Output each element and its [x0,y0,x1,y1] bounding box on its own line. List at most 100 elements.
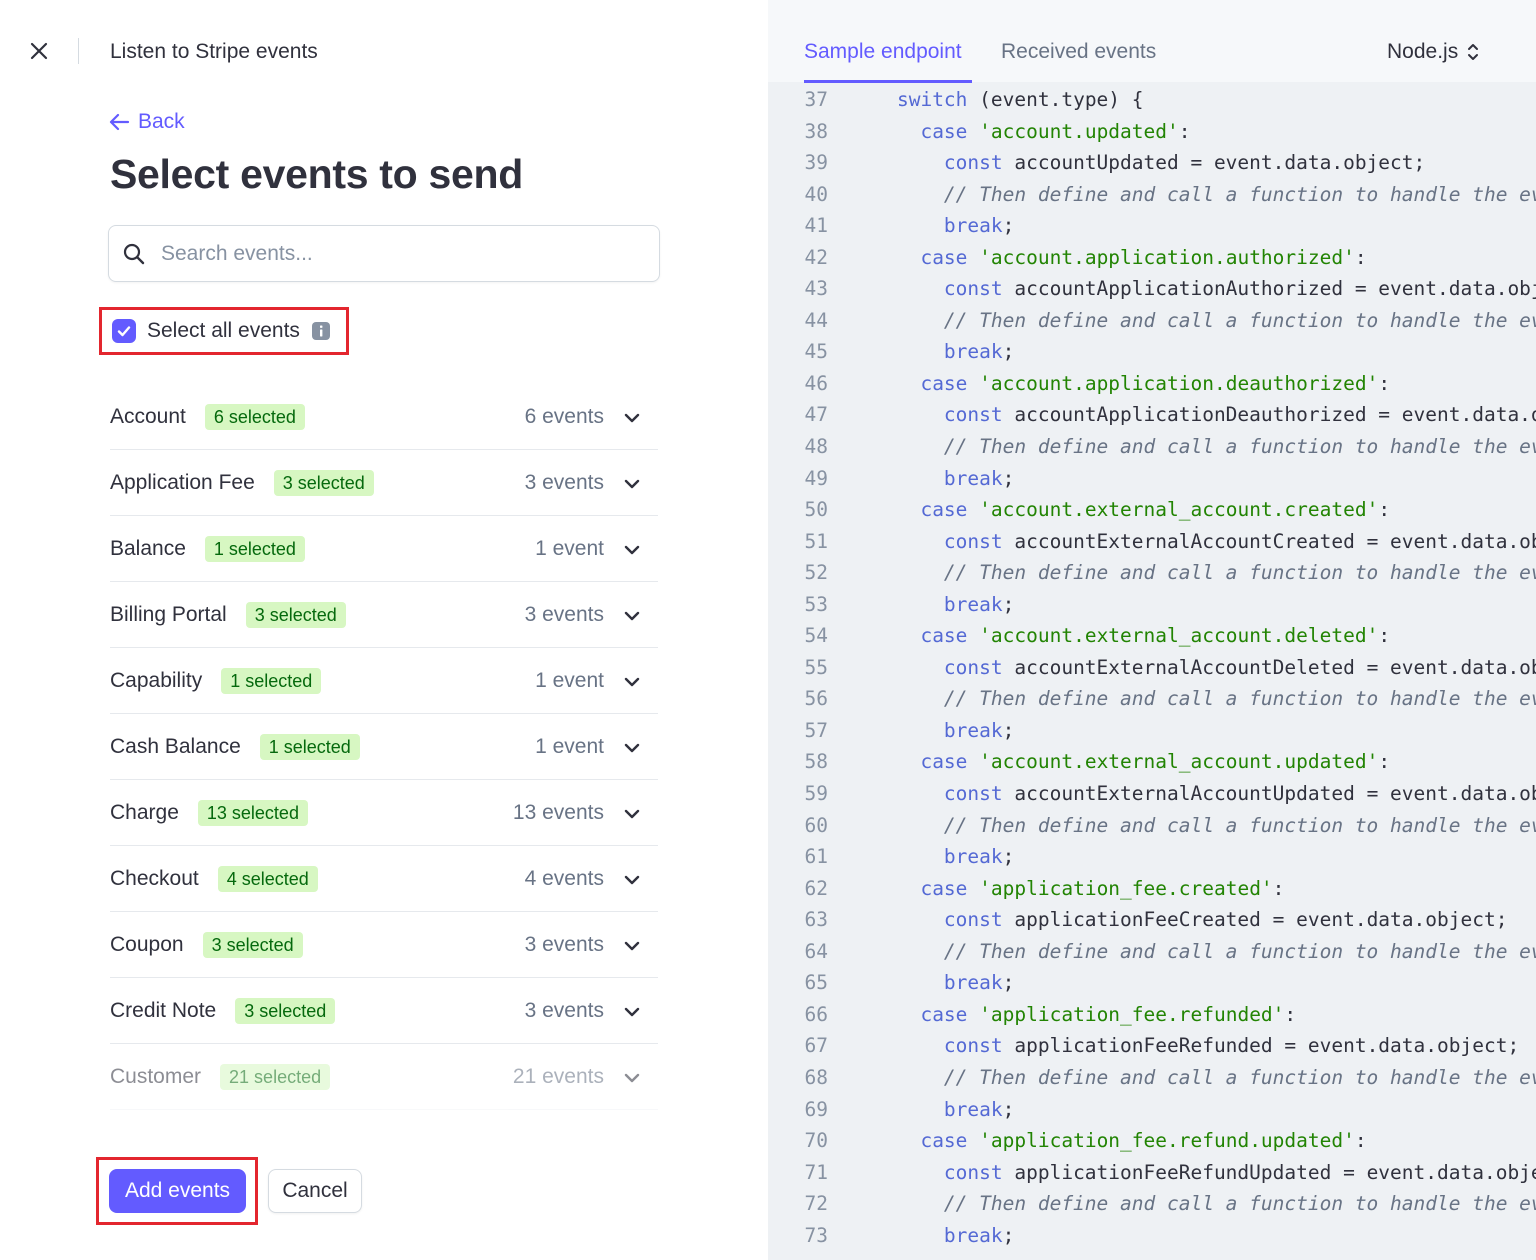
code-token: break [943,466,1003,490]
code-line: 59 const accountExternalAccountUpdated =… [768,778,1536,810]
search-input[interactable] [161,241,641,266]
code-text: case 'account.external_account.updated': [850,746,1390,778]
event-group-row[interactable]: Checkout 4 selected 4 events [110,846,658,912]
chevron-down-icon[interactable] [622,474,642,494]
chevron-down-icon[interactable] [622,540,642,560]
back-link[interactable]: Back [108,108,185,136]
code-line: 50 case 'account.external_account.create… [768,494,1536,526]
chevron-down-icon[interactable] [622,804,642,824]
close-button[interactable] [26,38,52,64]
code-text: break; [850,1220,1014,1252]
chevron-down-icon[interactable] [622,1068,642,1088]
line-number: 73 [804,1223,828,1247]
code-token: // Then define and call a function to ha… [943,939,1536,963]
code-token: : [1178,119,1191,143]
code-line: 60 // Then define and call a function to… [768,810,1536,842]
event-group-row[interactable]: Account 6 selected 6 events [110,384,658,450]
chevron-down-icon[interactable] [622,1002,642,1022]
code-line: 39 const accountUpdated = event.data.obj… [768,147,1536,179]
code-token: 'account.updated' [979,119,1179,143]
code-text: // Then define and call a function to ha… [850,179,1536,211]
code-token: case [920,750,968,774]
select-all-checkbox[interactable] [112,319,136,343]
code-token: break [943,592,1003,616]
event-group-row[interactable]: Application Fee 3 selected 3 events [110,450,658,516]
add-events-button[interactable]: Add events [109,1169,246,1213]
code-line: 62 case 'application_fee.created': [768,873,1536,905]
code-line: 64 // Then define and call a function to… [768,936,1536,968]
event-group-name: Coupon [110,932,184,956]
code-line: 43 const accountApplicationAuthorized = … [768,273,1536,305]
event-group-row[interactable]: Balance 1 selected 1 event [110,516,658,582]
code-token: ; [1002,214,1015,238]
chevron-down-icon[interactable] [622,870,642,890]
line-number: 59 [804,782,828,806]
code-token: ; [1002,845,1015,869]
event-group-name: Charge [110,800,179,824]
code-token: ; [1002,971,1015,995]
line-number: 69 [804,1097,828,1121]
code-token: 'account.application.deauthorized' [979,371,1379,395]
active-tab-indicator [804,80,972,83]
event-group-name: Billing Portal [110,602,227,626]
code-token: break [943,340,1003,364]
chevron-down-icon[interactable] [622,606,642,626]
code-text: switch (event.type) { [850,84,1144,116]
code-line: 51 const accountExternalAccountCreated =… [768,526,1536,558]
event-group-row[interactable]: Customer 21 selected 21 events [110,1044,658,1110]
tab-received-events[interactable]: Received events [1001,38,1156,66]
chevron-down-icon[interactable] [622,672,642,692]
event-count: 21 events [512,1064,604,1088]
code-token: case [920,245,968,269]
event-group-row[interactable]: Capability 1 selected 1 event [110,648,658,714]
code-token: : [1284,1002,1297,1026]
line-number: 48 [804,435,828,459]
line-number: 42 [804,245,828,269]
event-group-row[interactable]: Charge 13 selected 13 events [110,780,658,846]
line-number: 57 [804,718,828,742]
chevron-down-icon[interactable] [622,738,642,758]
arrow-left-icon [109,113,130,131]
code-line: 57 break; [768,715,1536,747]
code-token: case [920,1129,968,1153]
code-token: (event.type) { [967,88,1144,111]
back-label: Back [138,110,185,133]
event-group-name: Application Fee [110,470,255,494]
line-number: 41 [804,214,828,238]
code-token: accountUpdated = event.data.object; [1002,151,1426,175]
language-select[interactable]: Node.js [1387,38,1480,66]
line-number: 66 [804,1002,828,1026]
code-token: break [943,1097,1003,1121]
line-number: 67 [804,1034,828,1058]
code-token: break [943,845,1003,869]
event-group-row[interactable]: Credit Note 3 selected 3 events [110,978,658,1044]
event-group-row[interactable]: Billing Portal 3 selected 3 events [110,582,658,648]
cancel-button[interactable]: Cancel [268,1169,362,1213]
tab-sample-endpoint[interactable]: Sample endpoint [804,38,962,66]
chevron-down-icon[interactable] [622,936,642,956]
search-field[interactable] [108,225,660,282]
code-token: const [943,1034,1003,1058]
code-token: // Then define and call a function to ha… [943,308,1536,332]
select-all-events[interactable]: Select all events [99,307,349,355]
code-text: break; [850,463,1014,495]
info-icon[interactable] [311,322,330,340]
code-text: const accountExternalAccountCreated = ev… [850,526,1536,558]
event-count: 3 events [524,932,604,956]
code-token: // Then define and call a function to ha… [943,435,1536,459]
code-text: case 'application_fee.refunded': [850,999,1296,1031]
event-group-row[interactable]: Coupon 3 selected 3 events [110,912,658,978]
panel-title: Listen to Stripe events [110,40,318,63]
line-number: 60 [804,813,828,837]
code-token: : [1378,498,1391,522]
selected-badge: 1 selected [221,667,322,694]
code-panel-header: Sample endpoint Received events Node.js [768,0,1536,83]
chevron-down-icon[interactable] [622,408,642,428]
code-token: ; [1002,466,1015,490]
event-group-row[interactable]: Cash Balance 1 selected 1 event [110,714,658,780]
code-token: const [943,277,1003,301]
code-text: const accountUpdated = event.data.object… [850,147,1425,179]
line-number: 64 [804,939,828,963]
code-line: 44 // Then define and call a function to… [768,305,1536,337]
